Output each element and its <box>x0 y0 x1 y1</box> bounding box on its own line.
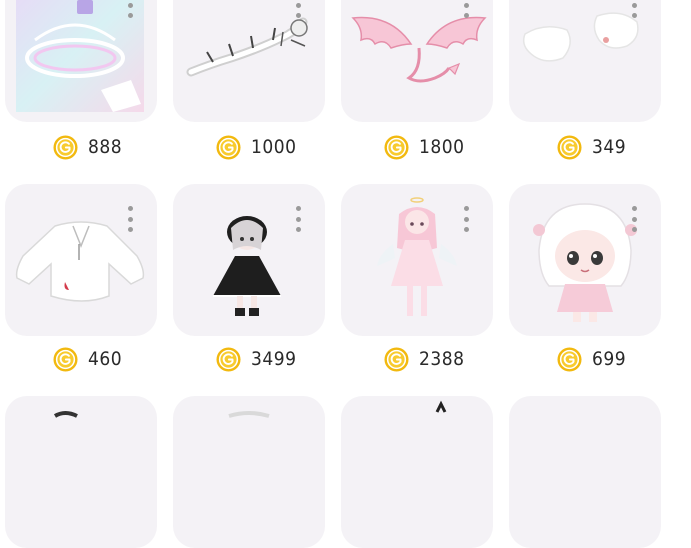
item-card[interactable] <box>173 396 325 548</box>
item-card[interactable] <box>341 396 493 548</box>
price-value: 2388 <box>419 348 465 370</box>
pink-wings-item-image <box>351 16 487 83</box>
coin-icon <box>53 135 78 160</box>
pink-angel-outfit-item-image <box>377 197 457 316</box>
item-card[interactable] <box>509 184 661 336</box>
item-card[interactable] <box>173 184 325 336</box>
more-options-button[interactable] <box>295 206 301 232</box>
more-options-button[interactable] <box>631 0 637 18</box>
coin-icon <box>53 347 78 372</box>
price-value: 1000 <box>251 136 297 158</box>
more-options-button[interactable] <box>631 206 637 232</box>
price-label: 349 <box>557 132 626 162</box>
coin-icon <box>557 135 582 160</box>
item-card[interactable] <box>5 0 157 122</box>
price-label: 3499 <box>216 344 297 374</box>
more-options-button[interactable] <box>127 206 133 232</box>
chibi-avatar-item-image <box>533 203 637 322</box>
rainbow-halo-item-image <box>16 0 144 112</box>
price-label: 1000 <box>216 132 297 162</box>
coin-icon <box>384 347 409 372</box>
item-image <box>435 400 447 413</box>
coin-icon <box>384 135 409 160</box>
item-card[interactable] <box>173 0 325 122</box>
price-value: 888 <box>88 136 123 158</box>
coin-icon <box>216 347 241 372</box>
item-card[interactable] <box>341 184 493 336</box>
price-label: 888 <box>53 132 122 162</box>
price-label: 1800 <box>384 132 465 162</box>
price-value: 699 <box>592 348 627 370</box>
price-label: 2388 <box>384 344 465 374</box>
coin-icon <box>557 347 582 372</box>
item-image <box>228 411 270 418</box>
more-options-button[interactable] <box>127 0 133 18</box>
price-value: 460 <box>88 348 123 370</box>
price-label: 699 <box>557 344 626 374</box>
more-options-button[interactable] <box>295 0 301 18</box>
item-card[interactable] <box>5 184 157 336</box>
coin-icon <box>216 135 241 160</box>
price-value: 349 <box>592 136 627 158</box>
item-card[interactable] <box>509 0 661 122</box>
more-options-button[interactable] <box>463 0 469 18</box>
white-dragon-item-image <box>186 17 308 77</box>
white-sweater-item-image <box>15 221 145 302</box>
price-label: 460 <box>53 344 122 374</box>
item-grid: 888 1000 1800 349 460 3499 2388 699 <box>0 0 691 548</box>
item-card[interactable] <box>509 396 661 548</box>
price-value: 3499 <box>251 348 297 370</box>
item-card[interactable] <box>5 396 157 548</box>
more-options-button[interactable] <box>463 206 469 232</box>
item-card[interactable] <box>341 0 493 122</box>
price-value: 1800 <box>419 136 465 158</box>
white-tails-item-image <box>522 12 639 62</box>
black-lolita-outfit-item-image <box>213 216 281 316</box>
item-image <box>53 411 78 418</box>
